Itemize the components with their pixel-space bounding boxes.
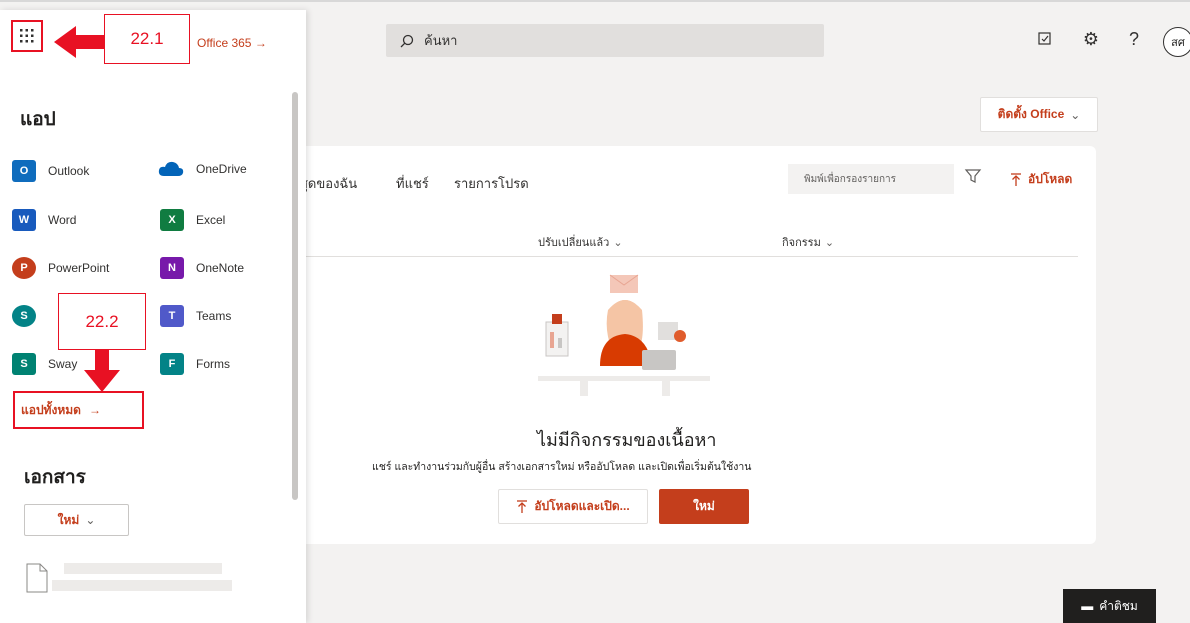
forms-icon: F — [160, 353, 184, 375]
upload-icon — [517, 499, 528, 513]
document-icon — [26, 563, 48, 593]
app-word[interactable]: W Word — [12, 209, 76, 231]
sway-icon: S — [12, 353, 36, 375]
step-callout-1: 22.1 — [104, 14, 190, 64]
office-365-link[interactable]: Office 365 → — [197, 36, 267, 50]
app-sway[interactable]: S Sway — [12, 353, 77, 375]
all-apps-link[interactable]: แอปทั้งหมด → — [13, 391, 144, 429]
apps-heading: แอป — [20, 109, 56, 130]
tab-favorites[interactable]: รายการโปรด — [454, 173, 529, 194]
search-icon — [400, 34, 414, 47]
app-powerpoint[interactable]: P PowerPoint — [12, 257, 109, 279]
app-teams[interactable]: T Teams — [160, 305, 231, 327]
app-forms[interactable]: F Forms — [160, 353, 230, 375]
app-launcher-button[interactable] — [11, 20, 43, 52]
upload-icon — [1011, 172, 1021, 186]
upload-label: อัปโหลด — [1028, 172, 1073, 186]
column-modified-label: ปรับเปลี่ยนแล้ว — [538, 237, 610, 249]
install-office-label: ติดตั้ง Office — [997, 107, 1065, 121]
loading-placeholder — [64, 563, 222, 574]
app-label: Forms — [196, 357, 230, 371]
column-header-modified[interactable]: ปรับเปลี่ยนแล้ว ⌄ — [538, 233, 623, 251]
help-icon[interactable]: ? — [1123, 28, 1145, 50]
chevron-down-icon: ⌄ — [1070, 107, 1081, 122]
onedrive-icon — [158, 161, 184, 176]
app-excel[interactable]: X Excel — [160, 209, 225, 231]
gear-icon[interactable]: ⚙ — [1080, 28, 1102, 50]
powerpoint-icon: P — [12, 257, 36, 279]
new-document-button[interactable]: ใหม่ ⌄ — [24, 504, 129, 536]
upload-and-open-button[interactable]: อัปโหลดและเปิด... — [498, 489, 648, 524]
all-apps-label: แอปทั้งหมด — [21, 402, 81, 417]
step-callout-2: 22.2 — [58, 293, 146, 350]
arrow-right-icon: → — [254, 36, 267, 50]
feedback-button[interactable]: ▬ คำติชม — [1063, 589, 1156, 623]
app-sharepoint[interactable]: S — [12, 305, 36, 327]
app-outlook[interactable]: O Outlook — [12, 160, 89, 182]
app-label: OneDrive — [196, 162, 247, 176]
upload-and-open-label: อัปโหลดและเปิด... — [534, 499, 630, 513]
arrow-down-icon — [84, 350, 120, 392]
app-onenote[interactable]: N OneNote — [160, 257, 244, 279]
column-header-activity[interactable]: กิจกรรม ⌄ — [782, 233, 834, 251]
office-365-label: Office 365 — [197, 36, 252, 50]
loading-placeholder — [52, 580, 232, 591]
word-icon: W — [12, 209, 36, 231]
app-label: Excel — [196, 213, 226, 227]
onenote-icon: N — [160, 257, 184, 279]
excel-icon: X — [160, 209, 184, 231]
table-divider — [300, 256, 1078, 257]
outlook-icon: O — [12, 160, 36, 182]
my-day-icon[interactable] — [1034, 28, 1056, 50]
waffle-icon — [20, 29, 34, 43]
empty-state-title: ไม่มีกิจกรรมของเนื้อหา — [537, 430, 717, 450]
chevron-down-icon: ⌄ — [85, 513, 96, 527]
install-office-button[interactable]: ติดตั้ง Office ⌄ — [980, 97, 1098, 132]
panel-scrollbar[interactable] — [292, 92, 298, 500]
app-label: Word — [48, 213, 77, 227]
documents-heading: เอกสาร — [24, 467, 86, 488]
app-label: Teams — [196, 309, 232, 323]
search-placeholder: ค้นหา — [424, 33, 458, 48]
arrow-left-icon — [54, 26, 106, 58]
app-onedrive[interactable]: OneDrive — [158, 160, 247, 178]
tab-shared[interactable]: ที่แชร์ — [396, 173, 429, 194]
app-label: Outlook — [48, 164, 90, 178]
avatar[interactable]: สศ — [1163, 27, 1190, 57]
search-input[interactable]: ค้นหา — [386, 24, 824, 57]
upload-button[interactable]: อัปโหลด — [1010, 170, 1072, 189]
new-button[interactable]: ใหม่ — [659, 489, 749, 524]
arrow-right-icon: → — [88, 403, 101, 417]
filter-icon[interactable] — [964, 167, 982, 185]
tab-my-files[interactable]: สุดของฉัน — [300, 173, 357, 194]
chevron-down-icon: ⌄ — [613, 237, 623, 249]
empty-state-illustration — [538, 274, 710, 396]
feedback-label: คำติชม — [1099, 598, 1138, 613]
filter-placeholder: พิมพ์เพื่อกรองรายการ — [804, 173, 896, 185]
column-activity-label: กิจกรรม — [782, 237, 821, 249]
empty-state-subtitle: แชร์ และทำงานร่วมกับผู้อื่น สร้างเอกสารใ… — [372, 461, 752, 473]
app-label: OneNote — [196, 261, 245, 275]
chat-icon: ▬ — [1081, 599, 1094, 613]
app-label: Sway — [48, 357, 78, 371]
new-document-label: ใหม่ — [57, 512, 80, 527]
app-label: PowerPoint — [48, 261, 110, 275]
teams-icon: T — [160, 305, 184, 327]
chevron-down-icon: ⌄ — [824, 237, 835, 249]
filter-input[interactable]: พิมพ์เพื่อกรองรายการ — [788, 164, 954, 194]
sharepoint-icon: S — [12, 305, 36, 327]
